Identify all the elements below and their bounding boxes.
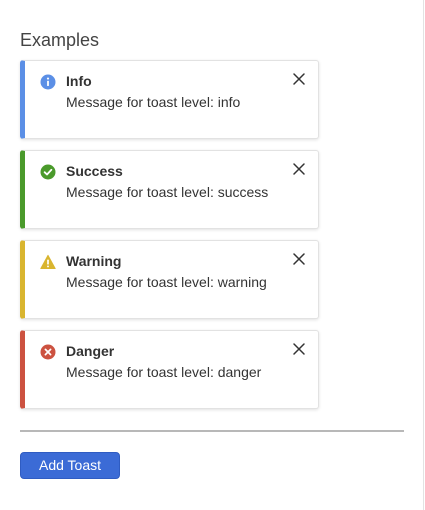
section-title: Examples bbox=[20, 30, 100, 50]
toast-title: Danger bbox=[66, 343, 115, 359]
toast-warning: Warning Message for toast level: warning bbox=[20, 240, 319, 319]
toast-danger: Danger Message for toast level: danger bbox=[20, 330, 319, 409]
panel-divider bbox=[423, 0, 424, 510]
toast-message: Message for toast level: success bbox=[66, 184, 269, 200]
add-toast-button[interactable]: Add Toast bbox=[20, 452, 120, 479]
toast-message: Message for toast level: danger bbox=[66, 364, 262, 380]
toast-title: Warning bbox=[66, 253, 122, 269]
info-icon bbox=[40, 74, 56, 90]
toast-title: Info bbox=[66, 73, 92, 89]
warning-triangle-icon bbox=[40, 254, 56, 270]
close-icon[interactable] bbox=[292, 252, 306, 266]
toast-title: Success bbox=[66, 163, 123, 179]
close-icon[interactable] bbox=[292, 72, 306, 86]
toast-message: Message for toast level: warning bbox=[66, 274, 267, 290]
toast-success: Success Message for toast level: success bbox=[20, 150, 319, 229]
section-divider bbox=[20, 430, 404, 432]
toast-message: Message for toast level: info bbox=[66, 94, 241, 110]
toast-info: Info Message for toast level: info bbox=[20, 60, 319, 139]
error-circle-icon bbox=[40, 344, 56, 360]
close-icon[interactable] bbox=[292, 342, 306, 356]
close-icon[interactable] bbox=[292, 162, 306, 176]
check-circle-icon bbox=[40, 164, 56, 180]
